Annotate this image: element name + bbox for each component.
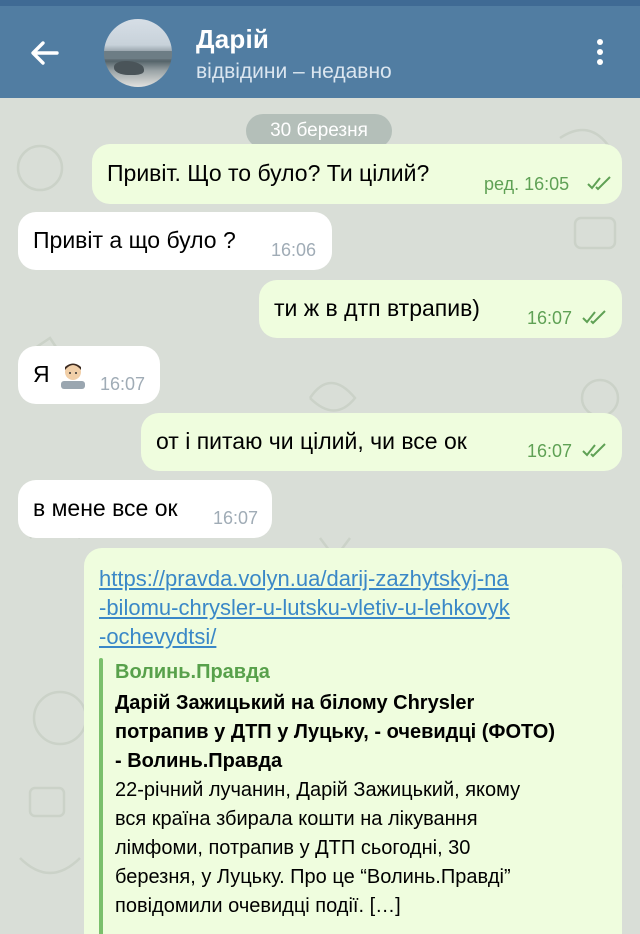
- message-meta: 16:07: [100, 374, 146, 394]
- contact-avatar[interactable]: [104, 19, 172, 87]
- message-meta: 16:06: [271, 240, 317, 260]
- message-text: в мене все ок: [33, 495, 178, 521]
- preview-description-line: 22-річний лучанин, Дарій Зажицький, яком…: [115, 779, 521, 801]
- preview-title-line: потрапив у ДТП у Луцьку, - очевидці (ФОТ…: [115, 721, 555, 743]
- avatar-rock: [114, 61, 144, 75]
- message-bubble-incoming[interactable]: Я 16:07: [18, 346, 160, 404]
- man-technologist-emoji: [61, 363, 85, 389]
- link-preview[interactable]: Волинь.Правда Дарій Зажицький на білому …: [99, 658, 599, 934]
- more-menu-button[interactable]: [588, 36, 612, 70]
- message-text: Привіт. Що то було? Ти цілий?: [107, 160, 430, 186]
- preview-accent-bar: [99, 658, 103, 934]
- message-meta: 16:07: [527, 308, 573, 328]
- back-button[interactable]: [28, 36, 62, 70]
- message-list[interactable]: 30 березня Привіт. Що то було? Ти цілий?…: [0, 98, 640, 934]
- link-line[interactable]: https://pravda.volyn.ua/darij-zazhytskyj…: [99, 564, 599, 593]
- message-text: Я: [33, 361, 50, 387]
- read-double-check-icon: [582, 310, 606, 325]
- message-bubble-incoming[interactable]: Привіт а що було ? 16:06: [18, 212, 332, 270]
- message-bubble-outgoing[interactable]: Привіт. Що то було? Ти цілий? ред. 16:05: [92, 144, 622, 204]
- avatar-sea: [104, 51, 172, 59]
- preview-site-name: Волинь.Правда: [115, 661, 270, 683]
- preview-title-line: Дарій Зажицький на білому Chrysler: [115, 692, 475, 714]
- message-bubble-incoming[interactable]: в мене все ок 16:07: [18, 480, 272, 538]
- read-double-check-icon: [587, 176, 611, 191]
- preview-description-line: лімфоми, потрапив у ДТП сьогодні, 30: [115, 837, 471, 859]
- message-text: ти ж в дтп втрапив): [274, 295, 480, 321]
- preview-description-line: вся країна збирала кошти на лікування: [115, 808, 478, 830]
- arrow-left-icon: [31, 41, 59, 65]
- message-bubble-outgoing[interactable]: от і питаю чи цілий, чи все ок 16:07: [141, 413, 622, 471]
- preview-description-line: березня, у Луцьку. Про це “Волинь.Правді…: [115, 866, 511, 888]
- message-text: от і питаю чи цілий, чи все ок: [156, 428, 467, 454]
- read-double-check-icon: [582, 443, 606, 458]
- message-text: Привіт а що було ?: [33, 227, 236, 253]
- date-separator: 30 березня: [246, 114, 392, 148]
- message-link[interactable]: https://pravda.volyn.ua/darij-zazhytskyj…: [99, 564, 599, 651]
- contact-name[interactable]: Дарій: [196, 24, 269, 55]
- preview-description: 22-річний лучанин, Дарій Зажицький, яком…: [115, 776, 599, 921]
- link-line[interactable]: -bilomu-chrysler-u-lutsku-vletiv-u-lehko…: [99, 593, 599, 622]
- preview-title: Дарій Зажицький на білому Chrysler потра…: [115, 689, 599, 776]
- preview-description-line: повідомили очевидці події. […]: [115, 895, 401, 917]
- message-meta: 16:07: [213, 508, 259, 528]
- link-line[interactable]: -ochevydtsi/: [99, 622, 599, 651]
- message-bubble-outgoing-link[interactable]: https://pravda.volyn.ua/darij-zazhytskyj…: [84, 548, 622, 934]
- chat-header: Дарій відвідини – недавно: [0, 6, 640, 98]
- more-vertical-icon: [588, 39, 612, 65]
- message-bubble-outgoing[interactable]: ти ж в дтп втрапив) 16:07: [259, 280, 622, 338]
- preview-title-line: - Волинь.Правда: [115, 750, 283, 772]
- message-meta: ред. 16:05: [484, 174, 570, 194]
- message-meta: 16:07: [527, 441, 573, 461]
- contact-status: відвідини – недавно: [196, 60, 392, 83]
